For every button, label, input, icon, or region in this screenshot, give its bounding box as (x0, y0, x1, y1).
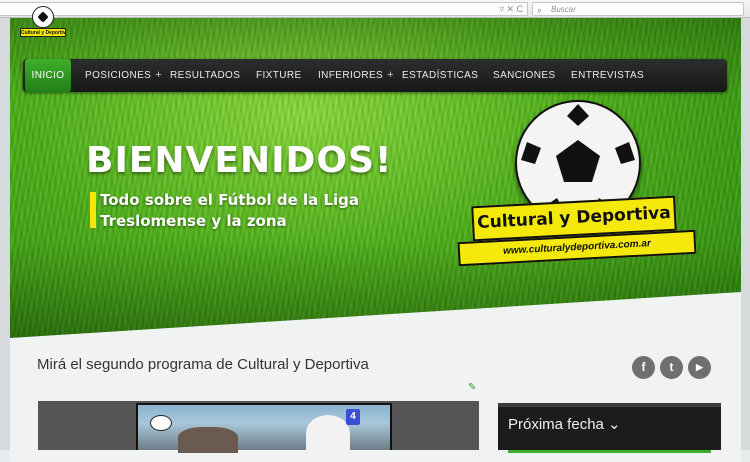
soccer-ball-icon (32, 6, 54, 28)
nav-item-label: POSICIONES (85, 70, 152, 81)
nav-item-label: ESTADÍSTICAS (402, 70, 479, 81)
nav-item-inferiores[interactable]: INFERIORES + (318, 59, 394, 92)
nav-item-label: ENTREVISTAS (571, 70, 645, 81)
widget-accent-line (508, 450, 711, 453)
video-person-image (306, 415, 350, 451)
widget-title[interactable]: Próxima fecha ⌄ (508, 415, 621, 433)
site-logo-text: Cultural y Deportiva (20, 28, 66, 37)
nav-item-sanciones[interactable]: SANCIONES (493, 59, 556, 92)
facebook-icon[interactable]: f (632, 356, 655, 379)
browser-search-input[interactable]: ⌕ Buscar (532, 2, 744, 16)
main-nav: INICIO POSICIONES + RESULTADOS FIXTURE IN… (23, 59, 727, 92)
nav-item-label: FIXTURE (256, 70, 302, 81)
browser-search-placeholder: Buscar (551, 5, 576, 14)
nav-item-label: INFERIORES (318, 70, 384, 81)
widget-title-label: Próxima fecha (508, 416, 604, 433)
plus-icon: + (387, 69, 394, 81)
hero-welcome-heading: BIENVENIDOS! (86, 140, 393, 181)
hero-accent-bar (90, 192, 96, 228)
nav-item-inicio[interactable]: INICIO (25, 59, 71, 92)
site-logo[interactable]: Cultural y Deportiva (20, 6, 66, 50)
hero-subtitle-line2: Treslomense y la zona (100, 212, 287, 230)
video-person-image (178, 427, 238, 453)
page-right-margin (741, 18, 750, 450)
search-icon: ⌕ (537, 5, 543, 15)
video-thumbnail: 4 (136, 403, 392, 453)
nav-item-label: SANCIONES (493, 70, 556, 81)
nav-item-entrevistas[interactable]: ENTREVISTAS (571, 59, 644, 92)
nav-item-label: RESULTADOS (170, 70, 241, 81)
nav-item-estadisticas[interactable]: ESTADÍSTICAS (402, 59, 478, 92)
twitter-icon[interactable]: t (660, 356, 683, 379)
reload-icon[interactable]: ▿ ✕ C (499, 3, 523, 16)
nav-item-posiciones[interactable]: POSICIONES + (85, 59, 162, 92)
video-channel-badge: 4 (346, 409, 360, 425)
video-player[interactable]: 4 (38, 401, 479, 453)
nav-item-label: INICIO (31, 70, 65, 81)
browser-toolbar: ▿ ✕ C ⌕ Buscar (0, 0, 750, 18)
plus-icon: + (155, 69, 163, 81)
post-title[interactable]: Mirá el segundo programa de Cultural y D… (37, 356, 369, 373)
nav-item-fixture[interactable]: FIXTURE (256, 59, 302, 92)
address-bar[interactable]: ▿ ✕ C (0, 2, 528, 16)
edit-icon[interactable]: ✎ (468, 382, 476, 393)
hero-subtitle-line1: Todo sobre el Fútbol de la Liga (100, 191, 360, 209)
nav-item-resultados[interactable]: RESULTADOS (170, 59, 240, 92)
soccer-ball-icon (150, 415, 172, 431)
next-match-widget: Próxima fecha ⌄ (498, 403, 721, 453)
page-left-margin (0, 18, 10, 450)
youtube-icon[interactable]: ▶ (688, 356, 711, 379)
chevron-down-icon: ⌄ (608, 416, 621, 433)
hero-subtitle: Todo sobre el Fútbol de la Liga Treslome… (100, 190, 359, 232)
